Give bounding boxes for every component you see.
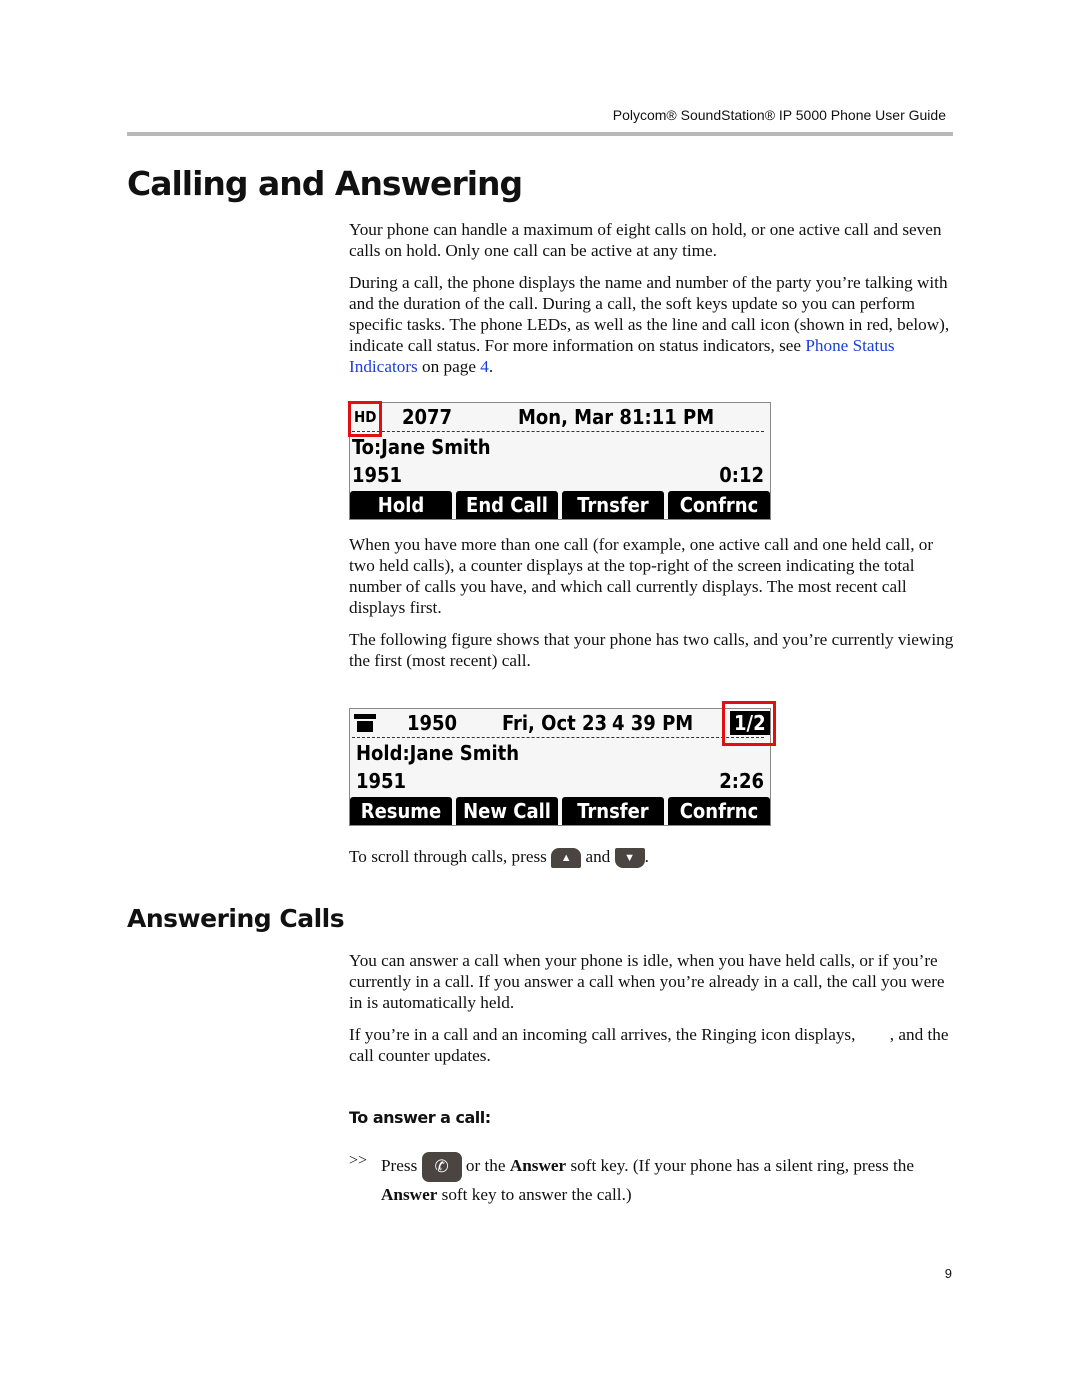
paragraph-text: Press bbox=[381, 1155, 422, 1175]
soft-key-hold[interactable]: Hold bbox=[350, 491, 452, 519]
paragraph-call-counter: When you have more than one call (for ex… bbox=[349, 535, 934, 617]
call-row: 1951 0:12 bbox=[352, 461, 764, 489]
answer-soft-key-label: Answer bbox=[509, 1155, 567, 1175]
soft-keys: Resume New Call Trnsfer Confrnc bbox=[350, 797, 770, 825]
intro-paragraph-1: Your phone can handle a maximum of eight… bbox=[349, 220, 942, 260]
paragraph-figure-intro: The following figure shows that your pho… bbox=[349, 630, 954, 670]
time: 1:11 PM bbox=[632, 405, 715, 429]
extension: 2077 bbox=[402, 405, 453, 429]
up-arrow-key-icon: ▲ bbox=[551, 848, 582, 869]
date: Fri, Oct 23 bbox=[502, 711, 608, 735]
page-title: Calling and Answering bbox=[127, 164, 523, 203]
soft-key-transfer[interactable]: Trnsfer bbox=[562, 491, 664, 519]
paragraph-text: soft key. (If your phone has a silent ri… bbox=[566, 1155, 914, 1175]
highlight-box bbox=[348, 401, 382, 437]
page-number: 9 bbox=[944, 1266, 952, 1281]
paragraph-ringing: If you’re in a call and an incoming call… bbox=[349, 1025, 953, 1065]
call-duration: 0:12 bbox=[719, 463, 764, 487]
running-header: Polycom® SoundStation® IP 5000 Phone Use… bbox=[612, 107, 946, 123]
call-row: 1951 2:26 bbox=[356, 767, 764, 795]
paragraph-text: . bbox=[644, 847, 649, 866]
soft-keys: Hold End Call Trnsfer Confrnc bbox=[350, 491, 770, 519]
procedure-step: Press ✆ or the Answer soft key. (If your… bbox=[381, 1152, 956, 1208]
paragraph-text: soft key to answer the call.) bbox=[437, 1185, 632, 1204]
time: 4 39 PM bbox=[612, 711, 694, 735]
answer-key-icon: ✆ bbox=[421, 1152, 462, 1182]
procedure-heading: To answer a call: bbox=[349, 1108, 491, 1127]
page-link[interactable]: 4 bbox=[480, 357, 489, 376]
paragraph-text: and bbox=[581, 847, 615, 866]
date: Mon, Mar 8 bbox=[518, 405, 632, 429]
party-name: To:Jane Smith bbox=[352, 435, 491, 459]
document-page: Polycom® SoundStation® IP 5000 Phone Use… bbox=[0, 0, 1080, 1397]
answer-soft-key-label: Answer bbox=[381, 1185, 438, 1204]
extension: 1950 bbox=[407, 711, 458, 735]
soft-key-end-call[interactable]: End Call bbox=[456, 491, 558, 519]
intro-paragraph-2: During a call, the phone displays the na… bbox=[349, 273, 950, 376]
party-number: 1951 bbox=[352, 463, 403, 487]
section-heading-answering-calls: Answering Calls bbox=[127, 904, 345, 933]
down-arrow-key-icon: ▼ bbox=[614, 848, 645, 869]
scroll-instructions: To scroll through calls, press ▲ and ▼. bbox=[349, 846, 954, 869]
soft-key-conference[interactable]: Confrnc bbox=[668, 491, 770, 519]
header-rule bbox=[127, 132, 953, 136]
held-call-icon bbox=[354, 711, 376, 732]
party-number: 1951 bbox=[356, 769, 407, 793]
soft-key-resume[interactable]: Resume bbox=[350, 797, 452, 825]
soft-key-transfer[interactable]: Trnsfer bbox=[562, 797, 664, 825]
paragraph-text: on page bbox=[417, 357, 481, 376]
phone-screen-active-call: HD 2077 Mon, Mar 8 1:11 PM To:Jane Smith… bbox=[348, 401, 771, 520]
call-duration: 2:26 bbox=[719, 769, 764, 793]
phone-screen-held-call: 1950 Fri, Oct 23 4 39 PM 1/2 Hold:Jane S… bbox=[349, 701, 776, 826]
paragraph-answering: You can answer a call when your phone is… bbox=[349, 951, 945, 1012]
step-bullet: >> bbox=[349, 1152, 368, 1169]
party-name: Hold:Jane Smith bbox=[356, 741, 520, 765]
paragraph-text: or the bbox=[461, 1155, 510, 1175]
soft-key-conference[interactable]: Confrnc bbox=[668, 797, 770, 825]
highlight-box bbox=[722, 701, 776, 746]
paragraph-text: To scroll through calls, press bbox=[349, 847, 552, 866]
status-bar: 1950 Fri, Oct 23 4 39 PM 1/2 bbox=[352, 709, 770, 738]
status-bar: HD 2077 Mon, Mar 8 1:11 PM bbox=[352, 403, 764, 432]
soft-key-new-call[interactable]: New Call bbox=[456, 797, 558, 825]
